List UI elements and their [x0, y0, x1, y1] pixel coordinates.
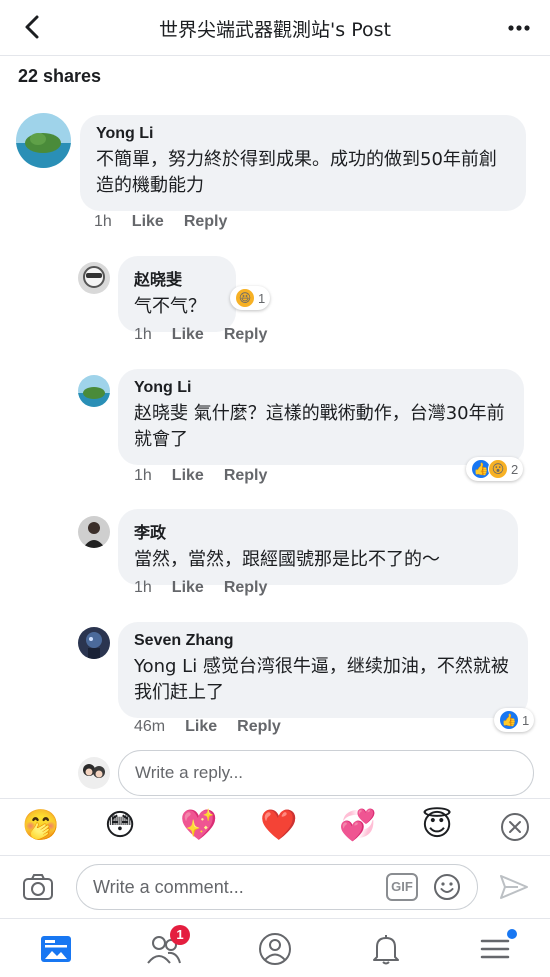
emoji-two-hearts-icon[interactable]: 💞	[339, 807, 377, 845]
laugh-reaction-icon: 😆	[235, 288, 255, 308]
reaction-count: 1	[522, 712, 530, 728]
reaction-summary[interactable]: 👍 1	[494, 708, 535, 732]
reaction-summary[interactable]: 👍 😮 2	[466, 457, 524, 481]
emoji-hand-over-mouth-icon[interactable]: 🤭	[22, 807, 60, 845]
comment-actions: 1h Like Reply	[94, 213, 247, 231]
smiley-icon[interactable]	[432, 872, 462, 902]
comment-time: 46m	[134, 718, 166, 735]
like-button[interactable]: Like	[132, 213, 164, 231]
shares-count[interactable]: 22 shares	[18, 66, 101, 87]
reaction-count: 1	[258, 290, 266, 306]
comment-bubble: 李政 當然，當然，跟經國號那是比不了的～	[118, 509, 518, 585]
camera-icon[interactable]	[22, 873, 54, 901]
like-button[interactable]: Like	[172, 326, 204, 344]
comment-time: 1h	[94, 213, 112, 230]
comment-actions: 1h Like Reply	[134, 326, 287, 344]
avatar[interactable]	[78, 757, 110, 789]
reply-button[interactable]: Reply	[224, 579, 268, 597]
like-button[interactable]: Like	[185, 718, 217, 736]
chevron-left-icon[interactable]	[18, 12, 48, 42]
comment-text: 不簡單，努力終於得到成果。成功的做到50年前創造的機動能力	[96, 149, 497, 196]
like-button[interactable]: Like	[172, 467, 204, 485]
wow-reaction-icon: 😮	[488, 459, 508, 479]
comment-author[interactable]: Yong Li	[96, 125, 510, 143]
comment-time: 1h	[134, 579, 152, 596]
reaction-summary[interactable]: 😆 1	[230, 286, 271, 310]
reply-input[interactable]: Write a reply...	[118, 750, 534, 796]
comment-bubble: 赵晓斐 气不气？	[118, 256, 236, 332]
like-reaction-icon: 👍	[499, 710, 519, 730]
reply-button[interactable]: Reply	[224, 467, 268, 485]
bell-icon[interactable]	[368, 931, 404, 967]
comment-author[interactable]: Yong Li	[134, 379, 508, 397]
avatar[interactable]	[78, 516, 110, 548]
emoji-flushed-icon[interactable]: 😳	[101, 807, 139, 845]
avatar[interactable]	[16, 113, 71, 168]
emoji-bar: 🤭 😳 💖 ❤️ 💞 😇	[0, 798, 550, 854]
reaction-count: 2	[511, 461, 519, 477]
profile-icon[interactable]	[257, 931, 293, 967]
comment-text: Yong Li 感觉台湾很牛逼，继续加油，不然就被我们赶上了	[134, 656, 509, 703]
reply-button[interactable]: Reply	[184, 213, 228, 231]
avatar[interactable]	[78, 262, 110, 294]
comment-author[interactable]: Seven Zhang	[134, 632, 512, 650]
emoji-sparkling-heart-icon[interactable]: 💖	[180, 807, 218, 845]
comment-actions: 46m Like Reply	[134, 718, 301, 736]
comment-bubble: Yong Li 不簡單，努力終於得到成果。成功的做到50年前創造的機動能力	[80, 115, 526, 211]
like-button[interactable]: Like	[172, 579, 204, 597]
comment-composer: Write a comment... GIF	[0, 855, 550, 917]
emoji-heart-icon[interactable]: ❤️	[260, 807, 298, 845]
close-icon[interactable]	[500, 812, 530, 842]
comment-actions: 1h Like Reply	[134, 579, 287, 597]
comment-bubble: Seven Zhang Yong Li 感觉台湾很牛逼，继续加油，不然就被我们赶…	[118, 622, 528, 718]
comment-author[interactable]: 李政	[134, 519, 502, 543]
menu-notification-dot	[507, 929, 517, 939]
notification-badge: 1	[170, 925, 190, 945]
comment-author[interactable]: 赵晓斐	[134, 266, 220, 290]
bottom-tab-bar: 1	[0, 918, 550, 977]
gif-button[interactable]: GIF	[386, 873, 418, 901]
ellipsis-icon[interactable]	[504, 13, 534, 43]
emoji-halo-icon[interactable]: 😇	[418, 807, 456, 845]
comment-text: 赵晓斐 氣什麼？這樣的戰術動作，台灣30年前就會了	[134, 403, 505, 450]
comment-time: 1h	[134, 467, 152, 484]
post-header: 世界尖端武器觀測站's Post	[0, 0, 550, 56]
comment-time: 1h	[134, 326, 152, 343]
avatar[interactable]	[78, 627, 110, 659]
reply-button[interactable]: Reply	[224, 326, 268, 344]
reply-button[interactable]: Reply	[237, 718, 281, 736]
comment-bubble: Yong Li 赵晓斐 氣什麼？這樣的戰術動作，台灣30年前就會了	[118, 369, 524, 465]
avatar[interactable]	[78, 375, 110, 407]
page-title: 世界尖端武器觀測站's Post	[159, 19, 391, 41]
comment-text: 气不气？	[134, 296, 206, 317]
send-icon[interactable]	[498, 872, 530, 902]
news-feed-icon[interactable]	[38, 931, 74, 967]
comment-actions: 1h Like Reply	[134, 467, 287, 485]
comment-text: 當然，當然，跟經國號那是比不了的～	[134, 549, 440, 570]
